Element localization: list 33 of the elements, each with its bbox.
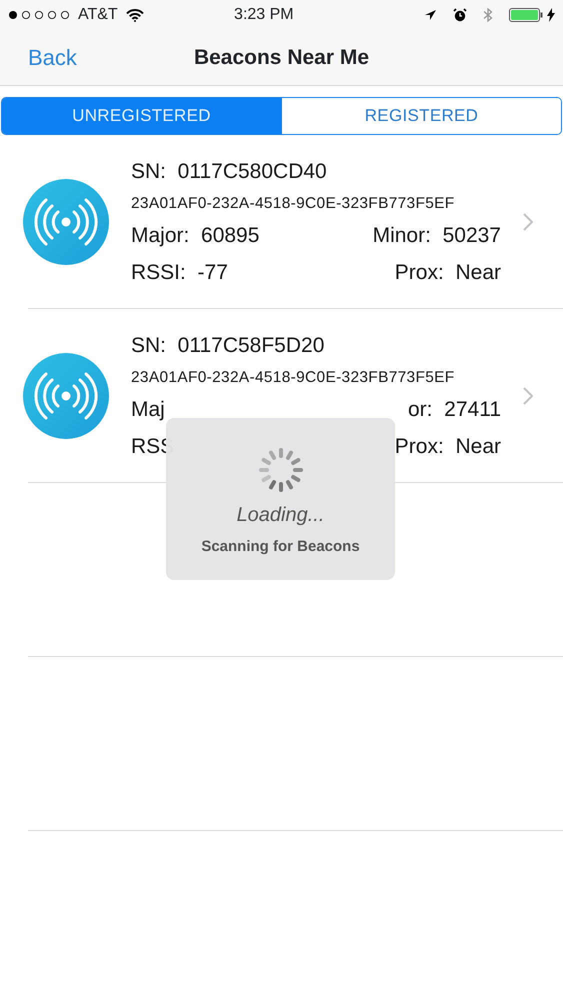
- major-value: Major: 60895: [131, 223, 260, 250]
- location-arrow-icon: [424, 8, 437, 22]
- rssi-value: RSS: [131, 434, 174, 460]
- segment-tab[interactable]: REGISTERED: [281, 98, 561, 134]
- battery-icon: [509, 8, 543, 22]
- loading-title: Loading...: [236, 503, 324, 528]
- charging-bolt-icon: [547, 8, 555, 22]
- proximity-value: Prox: Near: [394, 260, 501, 286]
- minor-value: or: 27411: [408, 397, 501, 424]
- back-button[interactable]: Back: [28, 41, 77, 74]
- beacon-broadcast-icon: [22, 352, 110, 440]
- wifi-icon: [126, 8, 144, 22]
- chevron-right-icon: [523, 387, 533, 405]
- beacon-broadcast-icon: [22, 178, 110, 266]
- segment-tab[interactable]: UNREGISTERED: [2, 98, 281, 134]
- serial-number: SN: 0117C580CD40: [131, 158, 328, 185]
- beacon-row[interactable]: SN: 0117C58F5D20 23A01AF0-232A-4518-9C0E-323FB773F5EF Maj or: 27411 RSS Prox: Near: [0, 309, 563, 483]
- major-value: Maj: [131, 397, 165, 424]
- rssi-value: RSSI: -77: [131, 260, 228, 286]
- beacon-uuid: 23A01AF0-232A-4518-9C0E-323FB773F5EF: [131, 368, 456, 388]
- beacon-uuid: 23A01AF0-232A-4518-9C0E-323FB773F5EF: [131, 194, 456, 214]
- alarm-clock-icon: [453, 8, 467, 22]
- loading-message: Scanning for Beacons: [201, 537, 360, 557]
- proximity-value: Prox: Near: [394, 434, 501, 460]
- carrier-name: AT&T: [78, 5, 118, 25]
- clock-time: 3:23 PM: [234, 6, 294, 23]
- serial-number: SN: 0117C58F5D20: [131, 332, 326, 359]
- spinner-icon: [256, 446, 304, 494]
- chevron-right-icon: [523, 213, 533, 231]
- beacon-row[interactable]: SN: 0117C580CD40 23A01AF0-232A-4518-9C0E-323FB773F5EF Major: 60895 Minor: 50237 RSSI: -77 Prox: Near: [0, 135, 563, 309]
- bluetooth-icon: [483, 7, 493, 23]
- minor-value: Minor: 50237: [372, 223, 501, 250]
- screen-title: Beacons Near Me: [194, 46, 370, 69]
